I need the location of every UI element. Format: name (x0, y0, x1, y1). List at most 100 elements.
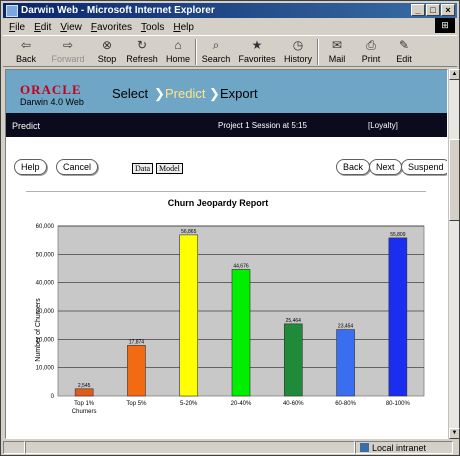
chart-title: Churn Jeopardy Report (168, 198, 269, 208)
windows-logo-icon: ⊞ (435, 18, 455, 33)
y-tick-label: 20,000 (36, 337, 55, 343)
scroll-down-icon[interactable]: ▼ (449, 428, 460, 439)
x-tick-label-line: Churners (72, 409, 97, 415)
step-predict[interactable]: Predict (165, 86, 205, 101)
print-tool-button[interactable]: ⎙ Print (355, 36, 387, 66)
forward-tool-button[interactable]: ⇨ Forward (45, 36, 91, 66)
bar (336, 329, 355, 397)
zone-panel: Local intranet (355, 441, 453, 454)
data-label: 17,874 (129, 339, 145, 345)
button-bar: Help Cancel Data Model Back Next Suspend (6, 137, 447, 182)
x-tick-label-line: 60-80% (335, 401, 356, 407)
y-tick-label: 30,000 (36, 309, 55, 315)
step-select[interactable]: Select (112, 86, 148, 101)
step-export[interactable]: Export (220, 86, 258, 101)
browser-window: Darwin Web - Microsoft Internet Explorer… (0, 0, 460, 456)
help-button[interactable]: Help (14, 159, 47, 175)
zone-label: Local intranet (372, 442, 427, 453)
oracle-banner: ORACLE Darwin 4.0 Web Select ❯ Predict ❯… (6, 70, 447, 113)
maximize-button[interactable]: □ (426, 4, 440, 16)
favorites-tool-button[interactable]: ★ Favorites (235, 36, 279, 66)
data-label: 23,454 (338, 324, 354, 330)
divider (26, 191, 426, 192)
model-button[interactable]: Model (156, 163, 183, 174)
menu-help[interactable]: Help (173, 22, 194, 33)
data-label: 2,545 (78, 383, 91, 389)
stop-tool-label: Stop (97, 54, 117, 64)
y-tick-label: 60,000 (36, 224, 55, 230)
bar (127, 345, 146, 397)
mail-icon: ✉ (331, 38, 343, 52)
x-tick-label-line: 20-40% (231, 401, 252, 407)
menu-bar: File Edit View Favorites Tools Help (3, 19, 457, 35)
menu-file[interactable]: File (9, 22, 25, 33)
chevron-right-icon: ❯ (154, 86, 165, 101)
data-label: 25,464 (286, 318, 302, 324)
x-tick-label: 5-20% (180, 401, 198, 407)
mail-tool-button[interactable]: ✉ Mail (319, 36, 355, 66)
data-label: 55,809 (390, 232, 406, 238)
stop-tool-button[interactable]: ⊗ Stop (91, 36, 123, 66)
cancel-button[interactable]: Cancel (56, 159, 99, 175)
intranet-icon (360, 443, 369, 452)
close-button[interactable]: × (441, 4, 455, 16)
x-tick-label-line: Top 1% (74, 401, 95, 407)
chevron-right-icon: ❯ (209, 86, 220, 101)
search-tool-label: Search (201, 54, 231, 64)
menu-tools[interactable]: Tools (141, 22, 164, 33)
info-bar: Predict Project 1 Session at 5:15 [Loyal… (6, 113, 447, 137)
oracle-logo: ORACLE (20, 82, 82, 97)
step-arrow-1: ❯ (154, 86, 165, 102)
back-button[interactable]: Back (336, 159, 371, 175)
refresh-tool-label: Refresh (126, 54, 158, 64)
back-tool-label: Back (15, 54, 36, 64)
churn-jeopardy-chart: Churn Jeopardy Report Number of Churners… (35, 198, 425, 415)
session-label: Project 1 Session at 5:15 (218, 121, 307, 130)
menu-favorites[interactable]: Favorites (91, 22, 132, 33)
minimize-button[interactable]: _ (411, 4, 425, 16)
home-tool-label: Home (165, 54, 190, 64)
x-tick-label: 40-60% (283, 401, 304, 407)
refresh-tool-button[interactable]: ↻ Refresh (123, 36, 161, 66)
next-button[interactable]: Next (369, 159, 402, 175)
menu-view[interactable]: View (60, 22, 82, 33)
title-bar: Darwin Web - Microsoft Internet Explorer… (3, 3, 457, 18)
vertical-scrollbar[interactable]: ▲ ▼ (448, 69, 460, 439)
print-tool-label: Print (361, 54, 381, 64)
status-message (25, 441, 355, 454)
home-tool-button[interactable]: ⌂ Home (161, 36, 195, 66)
bar (231, 269, 251, 397)
data-button[interactable]: Data (132, 163, 154, 174)
y-tick-label: 50,000 (36, 252, 55, 258)
scroll-thumb[interactable] (449, 139, 460, 221)
product-name: Darwin 4.0 Web (20, 97, 84, 107)
plot-area: 0 10,000 20,000 30,000 40,000 50,000 60,000 2,5… (36, 224, 425, 415)
scroll-up-icon[interactable]: ▲ (449, 69, 460, 80)
y-tick-label: 40,000 (36, 281, 55, 287)
x-tick-label: 80-100% (386, 401, 411, 407)
back-tool-button[interactable]: ⇦ Back (7, 36, 45, 66)
page-content: ORACLE Darwin 4.0 Web Select ❯ Predict ❯… (5, 69, 448, 439)
bar (388, 237, 408, 397)
ie-icon (6, 4, 18, 17)
toolbar: ⇦ Back ⇨ Forward ⊗ Stop ↻ Refresh ⌂ Home… (3, 35, 457, 67)
print-icon: ⎙ (366, 38, 376, 52)
edit-icon: ✎ (398, 38, 410, 52)
favorites-folder-icon: ★ (251, 38, 263, 52)
data-label: 44,676 (233, 263, 249, 269)
search-tool-button[interactable]: ⌕ Search (197, 36, 235, 66)
bar (74, 388, 94, 397)
x-tick-label-line: 40-60% (283, 401, 304, 407)
menu-edit[interactable]: Edit (34, 22, 51, 33)
edit-tool-button[interactable]: ✎ Edit (387, 36, 421, 66)
x-tick-label-line: Top 5% (126, 401, 147, 407)
back-arrow-icon: ⇦ (20, 38, 32, 52)
x-tick-label: Top 1% Churners (72, 401, 97, 415)
data-label: 56,865 (181, 229, 197, 235)
suspend-button[interactable]: Suspend (401, 159, 447, 175)
page-title: Predict (12, 121, 41, 131)
history-tool-button[interactable]: ◷ History (279, 36, 317, 66)
status-page-icon (3, 441, 25, 454)
history-tool-label: History (283, 54, 312, 64)
stop-icon: ⊗ (101, 38, 113, 52)
